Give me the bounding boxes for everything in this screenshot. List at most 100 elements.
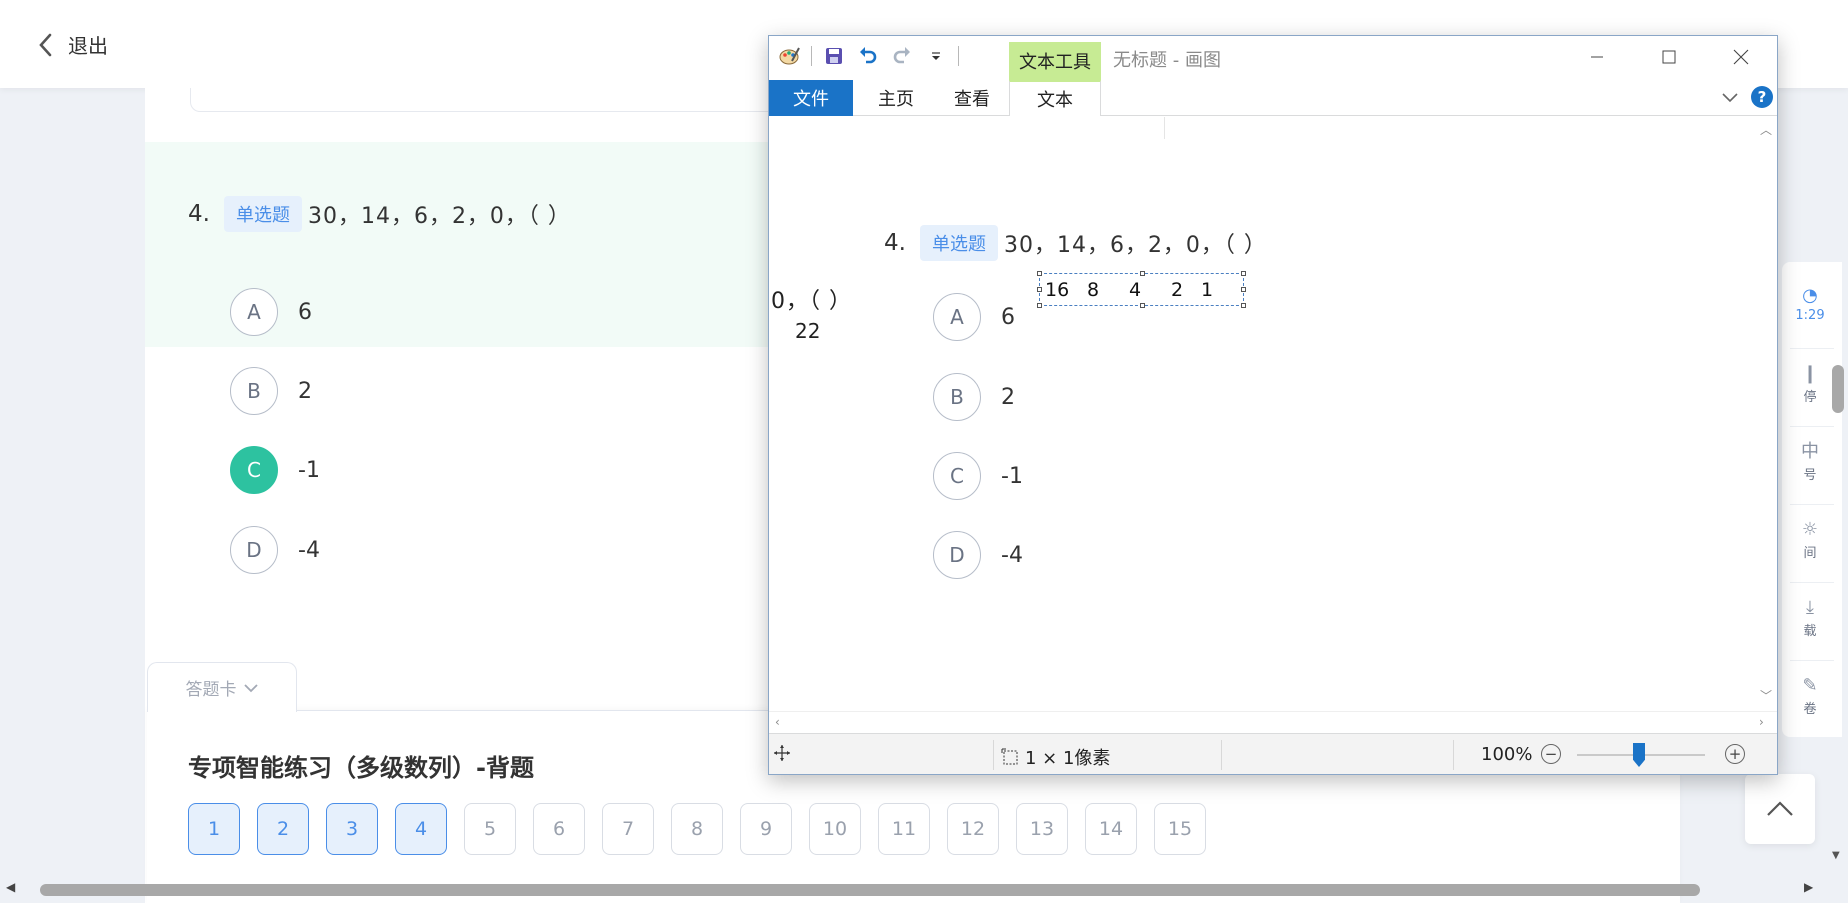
canvas-question-number: 4. <box>884 230 906 256</box>
resize-handle[interactable] <box>1241 271 1246 276</box>
question-header: 4. 单选题 30，14，6，2，0，（ ） <box>188 196 571 232</box>
option-letter[interactable]: B <box>230 367 278 415</box>
option-letter[interactable]: D <box>230 526 278 574</box>
resize-handle[interactable] <box>1037 303 1042 308</box>
scroll-down-arrow-icon[interactable]: ▼ <box>1832 850 1840 861</box>
submit-label: 卷 <box>1803 702 1817 717</box>
zoom-slider-thumb[interactable] <box>1633 743 1645 767</box>
canvas-horizontal-scrollbar[interactable]: ‹ › <box>769 711 1777 733</box>
page-vertical-scroll-thumb[interactable] <box>1832 365 1844 413</box>
canvas-option-c: C -1 <box>933 452 1023 500</box>
paint-canvas[interactable]: 0，（ ） 22 4. 单选题 30，14，6，2，0，（ ） A 6 B 2 … <box>769 117 1754 711</box>
resize-handle[interactable] <box>1140 271 1145 276</box>
canvas-vertical-scrollbar[interactable]: ︿ ﹀ <box>1754 117 1777 711</box>
practice-title: 专项智能练习（多级数列）-背题 <box>188 754 534 782</box>
exit-button[interactable]: 退出 <box>36 30 108 59</box>
paint-ribbon: 文件 主页 查看 文本 ? <box>769 80 1777 116</box>
question-number-cell[interactable]: 14 <box>1085 803 1137 855</box>
collapse-ribbon-button[interactable] <box>1721 88 1739 107</box>
question-number-cell[interactable]: 7 <box>602 803 654 855</box>
zoom-out-button[interactable]: − <box>1541 744 1561 764</box>
tab-view[interactable]: 查看 <box>935 80 1009 116</box>
resize-handle[interactable] <box>1037 287 1042 292</box>
zoom-in-button[interactable]: + <box>1725 744 1745 764</box>
chevron-left-icon[interactable]: ‹ <box>775 715 780 729</box>
download-label: 载 <box>1803 624 1817 639</box>
option-c[interactable]: C -1 <box>230 446 320 494</box>
question-number-cell[interactable]: 1 <box>188 803 240 855</box>
option-letter-selected[interactable]: C <box>230 446 278 494</box>
canvas-option-letter: B <box>933 373 981 421</box>
canvas-fragment-value: 22 <box>795 319 821 343</box>
tab-file[interactable]: 文件 <box>769 80 853 116</box>
redo-icon[interactable] <box>890 44 914 68</box>
canvas-question-header: 4. 单选题 30，14，6，2，0，（ ） <box>884 225 1267 261</box>
question-number-cell[interactable]: 6 <box>533 803 585 855</box>
question-number-cell[interactable]: 10 <box>809 803 861 855</box>
scroll-left-arrow-icon[interactable]: ◀ <box>6 880 15 894</box>
canvas-fragment-line: 0，（ ） <box>771 289 852 314</box>
question-number-cell[interactable]: 8 <box>671 803 723 855</box>
text-input-box[interactable]: 16 8 4 2 1 <box>1037 271 1246 308</box>
cursor-position-indicator <box>773 744 791 762</box>
question-number-cell[interactable]: 11 <box>878 803 930 855</box>
canvas-option-d: D -4 <box>933 531 1023 579</box>
paint-title-bar: 文本工具 无标题 - 画图 <box>769 36 1777 80</box>
undo-icon[interactable] <box>856 44 880 68</box>
page-horizontal-scroll-thumb[interactable] <box>40 884 1700 896</box>
selection-size: 1 × 1像素 <box>1025 748 1111 769</box>
chevron-down-icon[interactable]: ﹀ <box>1760 687 1772 704</box>
answer-sheet-toggle[interactable]: 答题卡 <box>147 662 297 712</box>
chevron-up-icon[interactable]: ︿ <box>1760 121 1772 138</box>
option-a[interactable]: A 6 <box>230 288 312 336</box>
canvas-option-b: B 2 <box>933 373 1015 421</box>
zoom-level: 100% <box>1481 744 1532 765</box>
option-b[interactable]: B 2 <box>230 367 312 415</box>
chevron-down-icon <box>1722 93 1738 103</box>
resize-handle[interactable] <box>1241 287 1246 292</box>
resize-handle[interactable] <box>1140 303 1145 308</box>
question-number-cell[interactable]: 13 <box>1016 803 1068 855</box>
textbox-value: 4 <box>1129 278 1142 301</box>
question-number-cell[interactable]: 3 <box>326 803 378 855</box>
question-number-cell[interactable]: 15 <box>1154 803 1206 855</box>
customize-toolbar-icon[interactable] <box>924 44 948 68</box>
resize-handle[interactable] <box>1241 303 1246 308</box>
minimize-button[interactable] <box>1561 36 1633 78</box>
question-number-cell[interactable]: 2 <box>257 803 309 855</box>
canvas-option-text: 2 <box>1001 384 1015 410</box>
mark-label: 号 <box>1803 468 1817 483</box>
canvas-option-letter: C <box>933 452 981 500</box>
chevron-right-icon[interactable]: › <box>1759 715 1764 729</box>
paint-app-icon[interactable] <box>777 44 801 68</box>
option-text: 6 <box>298 299 312 325</box>
scroll-right-arrow-icon[interactable]: ▶ <box>1804 880 1813 894</box>
move-cross-icon <box>774 745 790 761</box>
question-number: 4. <box>188 201 210 227</box>
tab-home[interactable]: 主页 <box>859 80 933 116</box>
page-vertical-scrollbar[interactable] <box>1828 0 1848 888</box>
canvas-option-text: -1 <box>1001 463 1023 489</box>
help-button[interactable]: ? <box>1751 86 1773 108</box>
textbox-value: 1 <box>1201 278 1214 301</box>
question-number-cell[interactable]: 5 <box>464 803 516 855</box>
chevron-left-icon <box>39 33 52 56</box>
canvas-option-text: 6 <box>1001 304 1015 330</box>
question-number-cell[interactable]: 4 <box>395 803 447 855</box>
canvas-option-letter: A <box>933 293 981 341</box>
question-number-cell[interactable]: 9 <box>740 803 792 855</box>
textbox-value: 8 <box>1087 278 1100 301</box>
canvas-option-text: -4 <box>1001 542 1023 568</box>
question-number-cell[interactable]: 12 <box>947 803 999 855</box>
canvas-option-a: A 6 <box>933 293 1015 341</box>
pause-label: 停 <box>1803 390 1817 405</box>
back-to-top-button[interactable] <box>1745 774 1815 844</box>
canvas-question-type-tag: 单选题 <box>919 225 998 261</box>
maximize-button[interactable] <box>1633 36 1705 78</box>
option-d[interactable]: D -4 <box>230 526 320 574</box>
tab-text[interactable]: 文本 <box>1009 80 1101 116</box>
save-icon[interactable] <box>822 44 846 68</box>
option-letter[interactable]: A <box>230 288 278 336</box>
close-button[interactable] <box>1705 36 1777 78</box>
resize-handle[interactable] <box>1037 271 1042 276</box>
